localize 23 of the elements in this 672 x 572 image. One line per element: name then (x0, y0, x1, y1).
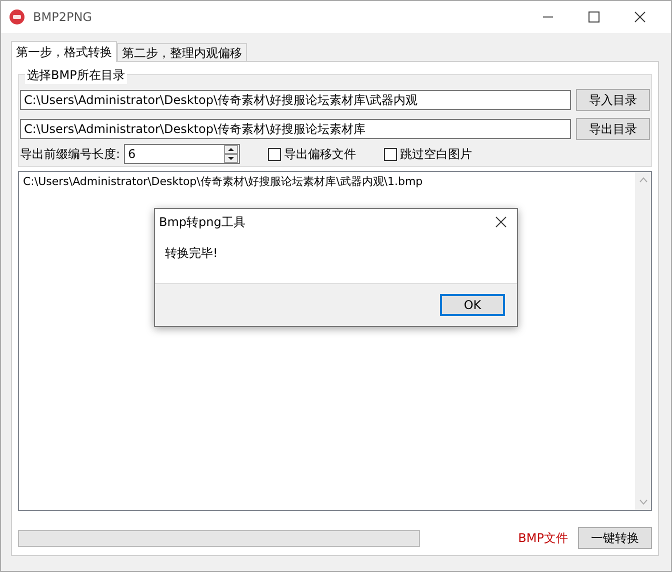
path-field[interactable]: C:\Users\Administrator\Desktop\传奇素材\好搜服论坛素材库 (20, 119, 571, 139)
option-checkbox[interactable]: 导出偏移文件 (268, 146, 356, 162)
app-logo-icon (9, 9, 25, 25)
path-field[interactable]: C:\Users\Administrator\Desktop\传奇素材\好搜服论坛素材库\武器内观 (20, 90, 571, 110)
prefix-label: 导出前缀编号长度: (20, 146, 120, 162)
spin-arrows-icon[interactable] (224, 145, 238, 163)
tab[interactable]: 第一步，格式转换 (11, 41, 117, 62)
status-text: BMP文件 (517, 530, 568, 546)
dialog-title: Bmp转png工具 (159, 214, 246, 230)
file-list-item[interactable]: C:\Users\Administrator\Desktop\传奇素材\好搜服论坛素材库\武器内观\1.bmp (23, 174, 631, 189)
prefix-spinner[interactable]: 6 (124, 144, 240, 164)
window-title: BMP2PNG (33, 10, 92, 24)
tab[interactable]: 第二步，整理内观偏移 (117, 43, 247, 61)
convert-button[interactable]: 一键转换 (578, 527, 652, 549)
ok-button[interactable]: OK (440, 294, 505, 316)
directory-button[interactable]: 导出目录 (576, 118, 650, 140)
maximize-icon[interactable] (588, 11, 600, 23)
close-icon[interactable] (634, 11, 646, 23)
directory-button[interactable]: 导入目录 (576, 89, 650, 111)
option-checkbox[interactable]: 跳过空白图片 (384, 146, 472, 162)
close-icon[interactable] (495, 216, 507, 228)
group-title: 选择BMP所在目录 (25, 67, 127, 84)
dialog-message: 转换完毕! (165, 246, 218, 260)
